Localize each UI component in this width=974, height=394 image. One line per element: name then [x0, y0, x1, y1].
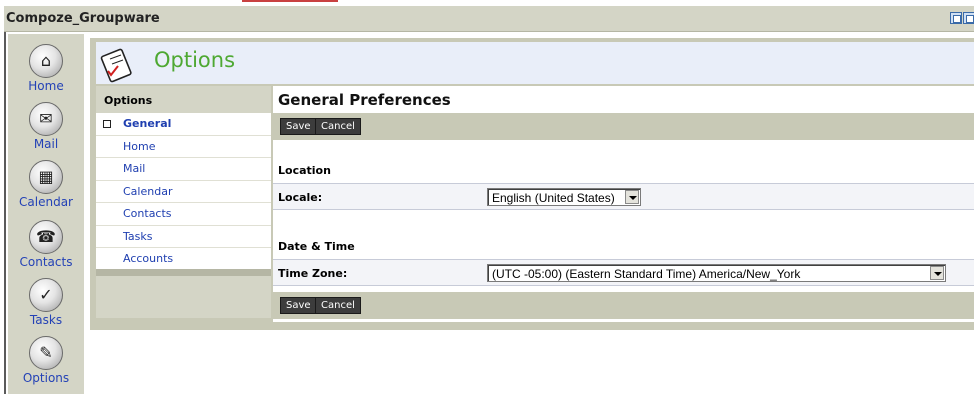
locale-select[interactable]: English (United States) [487, 188, 641, 206]
nav-label-options: Options [22, 371, 70, 385]
page-title: Options [154, 48, 236, 72]
selected-bullet-icon [103, 120, 111, 128]
nav-item-mail[interactable]: ✉ Mail [8, 102, 84, 151]
options-menu-item-home[interactable]: Home [96, 136, 271, 158]
bottom-button-bar: Save Cancel [273, 292, 974, 319]
options-menu-item-mail[interactable]: Mail [96, 158, 271, 181]
nav-item-options[interactable]: ✎ Options [8, 336, 84, 385]
options-icon: ✎ [29, 336, 63, 370]
contacts-icon: ☎ [29, 220, 63, 254]
cancel-button-bottom[interactable]: Cancel [315, 297, 361, 314]
options-menu-item-contacts[interactable]: Contacts [96, 203, 271, 226]
restore-window-icon[interactable] [950, 12, 962, 24]
options-sidebar-heading-text: Options [104, 94, 153, 107]
timezone-select[interactable]: (UTC -05:00) (Eastern Standard Time) Ame… [487, 264, 946, 282]
nav-label-home: Home [28, 79, 64, 93]
home-icon: ⌂ [29, 44, 63, 78]
timezone-row: Time Zone: (UTC -05:00) (Eastern Standar… [273, 259, 974, 286]
options-sidebar-heading: Options [96, 86, 271, 113]
timezone-value: (UTC -05:00) (Eastern Standard Time) Ame… [492, 267, 801, 281]
nav-label-calendar: Calendar [19, 195, 73, 209]
options-sidebar-footer [96, 269, 271, 276]
options-menu: General Home Mail Calendar Contacts Task… [96, 113, 271, 271]
nav-item-contacts[interactable]: ☎ Contacts [8, 220, 84, 269]
nav-label-tasks: Tasks [29, 313, 63, 327]
window-title: Compoze_Groupware [6, 11, 160, 26]
save-button-top[interactable]: Save [280, 118, 317, 135]
options-clipboard-icon [100, 48, 132, 83]
app-navigation: ⌂ Home ✉ Mail ▦ Calendar ☎ Contacts ✓ Ta… [8, 34, 84, 394]
calendar-icon: ▦ [29, 160, 63, 194]
locale-label: Locale: [278, 191, 323, 204]
nav-item-home[interactable]: ⌂ Home [8, 44, 84, 93]
nav-label-mail: Mail [33, 137, 59, 151]
tasks-icon: ✓ [29, 278, 63, 312]
options-menu-item-accounts[interactable]: Accounts [96, 248, 271, 271]
options-menu-item-tasks[interactable]: Tasks [96, 226, 271, 248]
locale-row: Locale: English (United States) [273, 183, 974, 210]
top-button-bar: Save Cancel [273, 113, 974, 140]
locale-value: English (United States) [492, 191, 615, 205]
options-menu-item-general[interactable]: General [96, 113, 271, 136]
nav-label-contacts: Contacts [19, 255, 73, 269]
frame-left-border [4, 32, 6, 394]
datetime-heading: Date & Time [278, 240, 355, 253]
window-titlebar: Compoze_Groupware [4, 6, 974, 32]
maximize-window-icon[interactable] [963, 12, 974, 24]
nav-item-tasks[interactable]: ✓ Tasks [8, 278, 84, 327]
top-accent-line [242, 0, 338, 2]
preferences-title: General Preferences [278, 91, 451, 109]
timezone-label: Time Zone: [278, 267, 348, 280]
location-heading: Location [278, 164, 331, 177]
mail-icon: ✉ [29, 102, 63, 136]
chevron-down-icon [930, 266, 944, 280]
chevron-down-icon [625, 190, 639, 204]
nav-item-calendar[interactable]: ▦ Calendar [8, 160, 84, 209]
options-menu-item-calendar[interactable]: Calendar [96, 181, 271, 203]
save-button-bottom[interactable]: Save [280, 297, 317, 314]
cancel-button-top[interactable]: Cancel [315, 118, 361, 135]
